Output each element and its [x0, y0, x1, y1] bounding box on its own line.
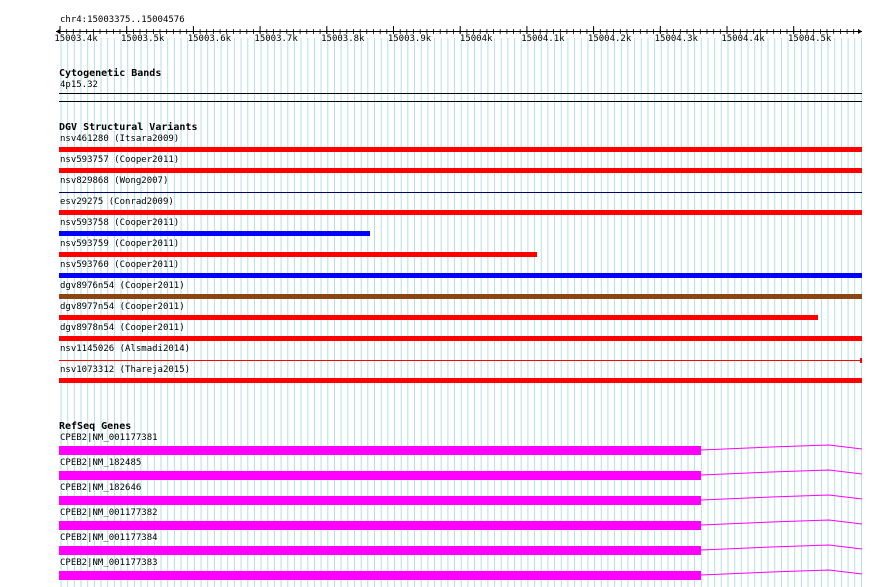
refseq-exon[interactable] — [59, 446, 701, 455]
cytoband-label[interactable]: 4p15.32 — [60, 80, 98, 91]
dgv-feature-label[interactable]: nsv1145026 (Alsmadi2014) — [60, 344, 190, 355]
dgv-feature-bar[interactable] — [59, 231, 370, 236]
dgv-feature-label[interactable]: nsv829868 (Wong2007) — [60, 176, 168, 187]
dgv-feature-bar[interactable] — [59, 336, 862, 341]
refseq-transcript-label[interactable]: CPEB2|NM_001177381 — [60, 433, 158, 444]
dgv-feature-label[interactable]: nsv593760 (Cooper2011) — [60, 260, 179, 271]
ruler-tick-label: 15003.8k — [321, 34, 365, 44]
dgv-feature-bar[interactable] — [59, 315, 818, 320]
dgv-feature-label[interactable]: nsv593759 (Cooper2011) — [60, 239, 179, 250]
ruler-tick-label: 15003.7k — [254, 34, 298, 44]
refseq-exon[interactable] — [59, 471, 701, 480]
dgv-feature-label[interactable]: esv29275 (Conrad2009) — [60, 197, 174, 208]
refseq-transcript-label[interactable]: CPEB2|NM_001177382 — [60, 508, 158, 519]
refseq-transcript-label[interactable]: CPEB2|NM_182485 — [60, 458, 141, 469]
cytoband-band-bottom — [59, 101, 862, 102]
cytoband-band-top — [59, 93, 862, 94]
track-title-cytobands: Cytogenetic Bands — [59, 68, 162, 79]
dgv-feature-label[interactable]: nsv461280 (Itsara2009) — [60, 134, 179, 145]
refseq-exon[interactable] — [59, 571, 701, 580]
ruler-tick-label: 15003.5k — [121, 34, 165, 44]
ruler-tick-label: 15004.1k — [521, 34, 565, 44]
ruler-tick-label: 15004k — [459, 34, 493, 44]
track-title-refseq: RefSeq Genes — [59, 421, 132, 432]
refseq-transcript-label[interactable]: CPEB2|NM_182646 — [60, 483, 141, 494]
dgv-feature-bar[interactable] — [59, 210, 862, 215]
dgv-feature-bar[interactable] — [59, 378, 862, 383]
dgv-feature-bar[interactable] — [59, 168, 862, 173]
refseq-exon[interactable] — [59, 546, 701, 555]
ruler-tick-label: 15004.4k — [721, 34, 765, 44]
ruler-tick-label: 15003.4k — [54, 34, 98, 44]
dgv-feature-bar[interactable] — [59, 147, 862, 152]
location-label: chr4:15003375..15004576 — [60, 15, 185, 25]
ruler-tick-label: 15004.2k — [587, 34, 632, 44]
dgv-feature-bar[interactable] — [59, 294, 862, 299]
dgv-feature-label[interactable]: dgv8978n54 (Cooper2011) — [60, 323, 185, 334]
track-title-dgv: DGV Structural Variants — [59, 122, 198, 133]
dgv-feature-bar[interactable] — [59, 360, 862, 361]
ruler-arrow-right — [858, 29, 862, 34]
refseq-transcript-label[interactable]: CPEB2|NM_001177384 — [60, 533, 158, 544]
ruler-tick-label: 15004.5k — [788, 34, 832, 44]
refseq-transcript-label[interactable]: CPEB2|NM_001177383 — [60, 558, 158, 569]
dgv-feature-label[interactable]: nsv593758 (Cooper2011) — [60, 218, 179, 229]
dgv-feature-label[interactable]: nsv593757 (Cooper2011) — [60, 155, 179, 166]
refseq-exon[interactable] — [59, 521, 701, 530]
dgv-feature-bar[interactable] — [59, 252, 537, 257]
ruler-tick-label: 15003.9k — [387, 34, 432, 44]
ruler-tick-label: 15004.3k — [654, 34, 698, 44]
dgv-feature-label[interactable]: dgv8976n54 (Cooper2011) — [60, 281, 185, 292]
refseq-exon[interactable] — [59, 496, 701, 505]
dgv-feature-cap — [860, 358, 862, 363]
dgv-feature-bar[interactable] — [59, 192, 862, 193]
ruler-tick-label: 15003.6k — [187, 34, 232, 44]
genome-browser: chr4:15003375..15004576 15003.4k 15003.5k… — [0, 0, 890, 587]
dgv-feature-bar[interactable] — [59, 273, 862, 278]
dgv-feature-label[interactable]: nsv1073312 (Thareja2015) — [60, 365, 190, 376]
dgv-feature-label[interactable]: dgv8977n54 (Cooper2011) — [60, 302, 185, 313]
